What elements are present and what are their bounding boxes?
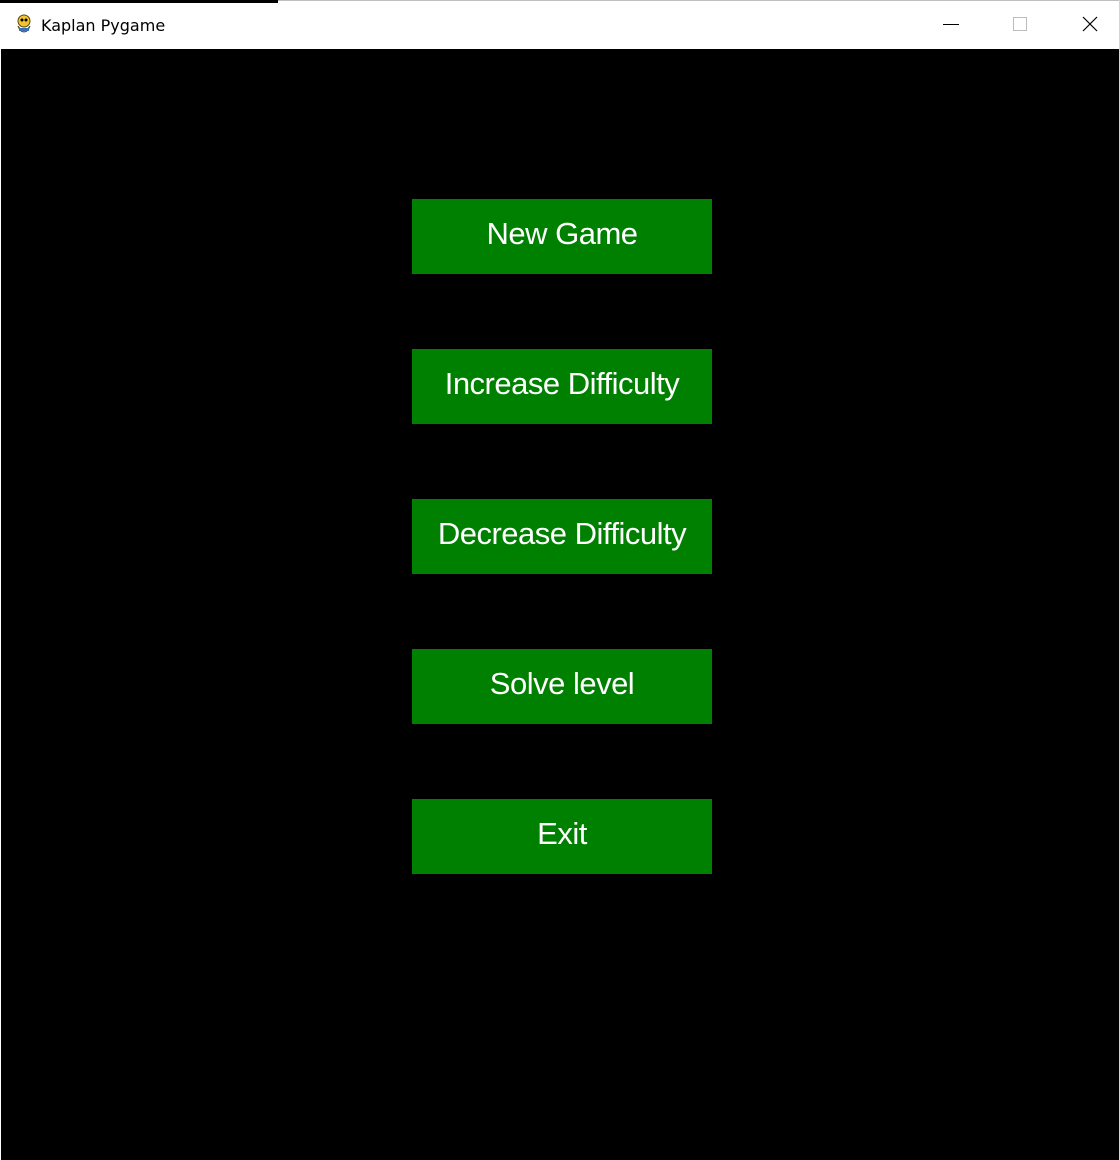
exit-label: Exit (537, 815, 587, 851)
minimize-icon (943, 16, 959, 37)
minimize-button[interactable] (928, 3, 974, 49)
new-game-label: New Game (486, 215, 638, 251)
increase-difficulty-button[interactable]: Increase Difficulty (412, 349, 712, 424)
maximize-button[interactable] (997, 3, 1043, 49)
close-icon (1082, 16, 1098, 37)
window-top-border (278, 0, 1119, 1)
exit-button[interactable]: Exit (412, 799, 712, 874)
title-bar[interactable]: Kaplan Pygame (0, 3, 1119, 49)
solve-level-button[interactable]: Solve level (412, 649, 712, 724)
pygame-snake-icon (13, 13, 35, 35)
increase-difficulty-label: Increase Difficulty (444, 365, 680, 401)
decrease-difficulty-label: Decrease Difficulty (437, 515, 687, 551)
close-button[interactable] (1067, 3, 1113, 49)
decrease-difficulty-button[interactable]: Decrease Difficulty (412, 499, 712, 574)
maximize-icon (1012, 16, 1028, 37)
window-title: Kaplan Pygame (41, 16, 166, 35)
new-game-button[interactable]: New Game (412, 199, 712, 274)
solve-level-label: Solve level (489, 665, 635, 701)
app-window: Kaplan Pygame New Game Increase Difficul… (0, 0, 1119, 1160)
